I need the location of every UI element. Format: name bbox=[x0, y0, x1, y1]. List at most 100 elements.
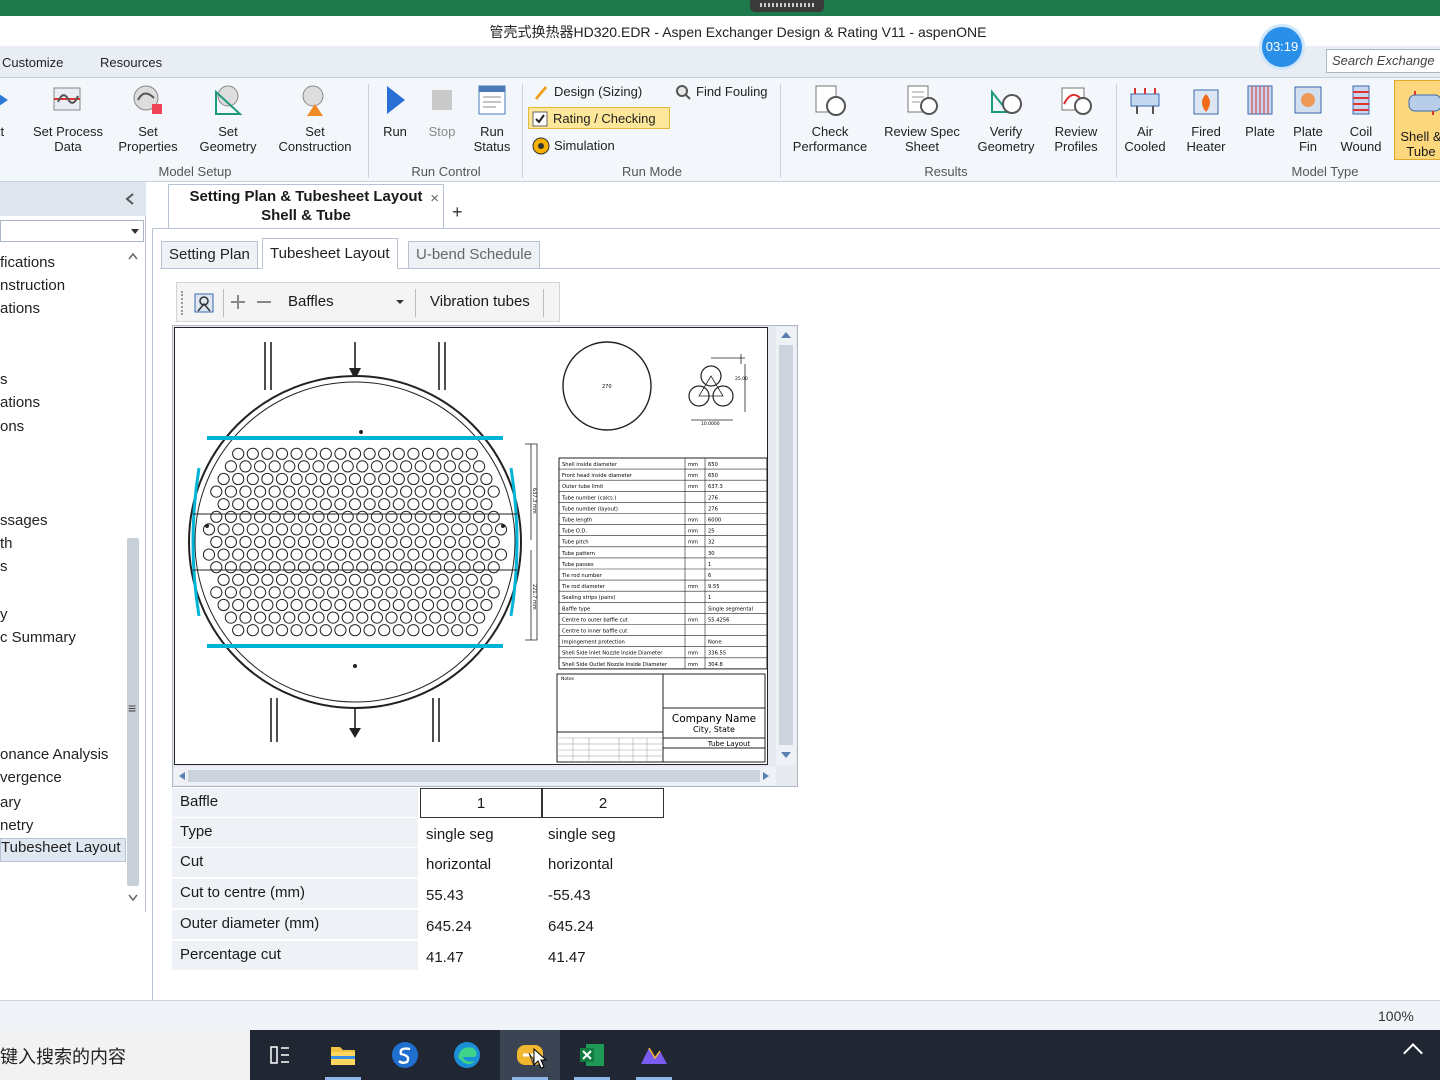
zoom-out-icon[interactable] bbox=[255, 293, 273, 311]
fired-heater-button[interactable]: Fired Heater bbox=[1180, 82, 1232, 154]
rating-checking-button[interactable]: Rating / Checking bbox=[528, 107, 670, 129]
drawing-horizontal-scroll-thumb[interactable] bbox=[188, 770, 760, 782]
run-status-button[interactable]: Run Status bbox=[468, 82, 516, 154]
table-cell[interactable]: 645.24 bbox=[542, 910, 664, 940]
set-construction-button[interactable]: Set Construction bbox=[270, 82, 360, 154]
tube bbox=[275, 624, 289, 637]
tube bbox=[334, 447, 347, 460]
plate-button[interactable]: Plate bbox=[1240, 82, 1280, 139]
collapse-icon[interactable] bbox=[124, 192, 136, 206]
nav-item-convergence[interactable]: vergence bbox=[0, 769, 62, 786]
table-cell[interactable]: horizontal bbox=[420, 848, 542, 878]
drawing-vertical-scrollbar[interactable] bbox=[776, 327, 796, 765]
task-view-button[interactable] bbox=[250, 1030, 310, 1080]
review-profiles-button[interactable]: Review Profiles bbox=[1044, 82, 1108, 154]
tube bbox=[400, 485, 413, 498]
nav-item-messages[interactable]: ssages bbox=[0, 512, 48, 529]
drawing-horizontal-scrollbar[interactable] bbox=[174, 767, 776, 785]
scroll-up-icon[interactable] bbox=[780, 331, 792, 339]
verify-geometry-button[interactable]: Verify Geometry bbox=[972, 82, 1040, 154]
navigation-combo[interactable] bbox=[0, 220, 144, 242]
add-tab-button[interactable]: + bbox=[452, 202, 463, 223]
nav-item-calculations[interactable]: ations bbox=[0, 394, 40, 411]
air-cooled-label: Air Cooled bbox=[1124, 124, 1166, 154]
simulation-button[interactable]: Simulation bbox=[530, 135, 615, 157]
nav-item-path[interactable]: th bbox=[0, 535, 13, 552]
scroll-down-icon[interactable] bbox=[780, 751, 792, 759]
tube bbox=[385, 561, 398, 574]
nav-item-construction[interactable]: nstruction bbox=[0, 277, 65, 294]
table-cell[interactable]: single seg bbox=[542, 818, 664, 848]
set-process-data-button[interactable]: Set Process Data bbox=[30, 82, 106, 154]
next-button[interactable]: xt bbox=[0, 82, 16, 139]
timer-badge[interactable]: 03:19 bbox=[1259, 24, 1305, 70]
chevron-up-icon[interactable] bbox=[1403, 1043, 1423, 1063]
vibration-tubes-button[interactable]: Vibration tubes bbox=[420, 288, 548, 316]
scroll-right-icon[interactable] bbox=[762, 771, 770, 781]
nav-item-specifications[interactable]: fications bbox=[0, 254, 55, 271]
scroll-left-icon[interactable] bbox=[178, 771, 186, 781]
drawing-vertical-scroll-thumb[interactable] bbox=[779, 345, 793, 745]
nav-item-results[interactable]: s bbox=[0, 371, 8, 388]
table-cell[interactable]: 645.24 bbox=[420, 910, 542, 940]
table-cell[interactable]: single seg bbox=[420, 818, 542, 848]
scroll-up-icon[interactable] bbox=[128, 252, 138, 260]
tube bbox=[334, 472, 347, 486]
stop-button[interactable]: Stop bbox=[422, 82, 462, 139]
document-tab[interactable]: Setting Plan & Tubesheet Layout Shell & … bbox=[168, 184, 444, 228]
tube bbox=[363, 498, 376, 511]
air-cooled-button[interactable]: Air Cooled bbox=[1120, 82, 1170, 154]
run-button[interactable]: Run bbox=[376, 82, 414, 139]
browser-app-button[interactable] bbox=[375, 1030, 435, 1080]
nav-item-tubesheet-layout[interactable]: Tubesheet Layout bbox=[0, 838, 126, 862]
table-cell[interactable]: horizontal bbox=[542, 848, 664, 878]
nav-item-specifications-2[interactable]: ations bbox=[0, 300, 40, 317]
tab-setting-plan[interactable]: Setting Plan bbox=[161, 241, 258, 269]
taskbar-search[interactable]: 键入搜索的内容 bbox=[0, 1030, 250, 1080]
table-cell[interactable]: -55.43 bbox=[542, 879, 664, 909]
shell-tube-button[interactable]: Shell & Tube bbox=[1394, 80, 1440, 160]
nav-item-summary[interactable]: y bbox=[0, 606, 8, 623]
nav-item-resonance-analysis[interactable]: onance Analysis bbox=[0, 746, 108, 763]
menu-resources[interactable]: Resources bbox=[100, 55, 162, 70]
navigation-scrollbar[interactable] bbox=[124, 248, 142, 908]
tubesheet-drawing[interactable]: 637.3 mm 221.7 mm 270 25.00 10.0000 Shel… bbox=[174, 327, 768, 765]
scroll-down-icon[interactable] bbox=[128, 894, 138, 902]
tube bbox=[305, 523, 318, 536]
tab-u-bend-schedule[interactable]: U-bend Schedule bbox=[408, 241, 540, 269]
set-geometry-button[interactable]: Set Geometry bbox=[190, 82, 266, 154]
tab-tubesheet-layout[interactable]: Tubesheet Layout bbox=[262, 238, 398, 269]
coil-wound-button[interactable]: Coil Wound bbox=[1336, 82, 1386, 154]
table-cell[interactable]: 41.47 bbox=[542, 941, 664, 971]
nav-item-results-2[interactable]: s bbox=[0, 558, 8, 575]
excel-button[interactable] bbox=[562, 1030, 622, 1080]
zoom-level[interactable]: 100% bbox=[1378, 1008, 1414, 1024]
stop-label: Stop bbox=[428, 124, 456, 139]
nav-item-economic-summary[interactable]: c Summary bbox=[0, 629, 76, 646]
file-explorer-button[interactable] bbox=[313, 1030, 373, 1080]
check-performance-button[interactable]: Check Performance bbox=[788, 82, 872, 154]
nav-item-options[interactable]: ons bbox=[0, 418, 24, 435]
nav-item-summary-2[interactable]: ary bbox=[0, 794, 21, 811]
plate-fin-button[interactable]: Plate Fin bbox=[1286, 82, 1330, 154]
splitter-grip-icon[interactable]: ≡ bbox=[128, 700, 136, 716]
stop-icon bbox=[432, 90, 452, 110]
find-fouling-button[interactable]: Find Fouling bbox=[672, 81, 768, 103]
aspen-edr-button[interactable] bbox=[500, 1030, 560, 1080]
tube bbox=[421, 548, 435, 561]
view-dropdown[interactable]: Baffles bbox=[282, 288, 410, 316]
search-input[interactable]: Search Exchange bbox=[1326, 49, 1440, 73]
design-sizing-button[interactable]: Design (Sizing) bbox=[530, 81, 642, 103]
menu-customize[interactable]: Customize bbox=[2, 55, 63, 70]
edge-browser-button[interactable] bbox=[437, 1030, 497, 1080]
close-icon[interactable]: × bbox=[430, 189, 439, 208]
media-app-button[interactable] bbox=[624, 1030, 684, 1080]
review-spec-sheet-button[interactable]: Review Spec Sheet bbox=[880, 82, 964, 154]
zoom-in-icon[interactable] bbox=[229, 293, 247, 311]
tube bbox=[246, 573, 259, 586]
set-properties-button[interactable]: Set Properties bbox=[112, 82, 184, 154]
table-cell[interactable]: 55.43 bbox=[420, 879, 542, 909]
table-cell[interactable]: 41.47 bbox=[420, 941, 542, 971]
nav-item-geometry[interactable]: netry bbox=[0, 817, 33, 834]
layout-tool-icon[interactable] bbox=[193, 292, 215, 314]
